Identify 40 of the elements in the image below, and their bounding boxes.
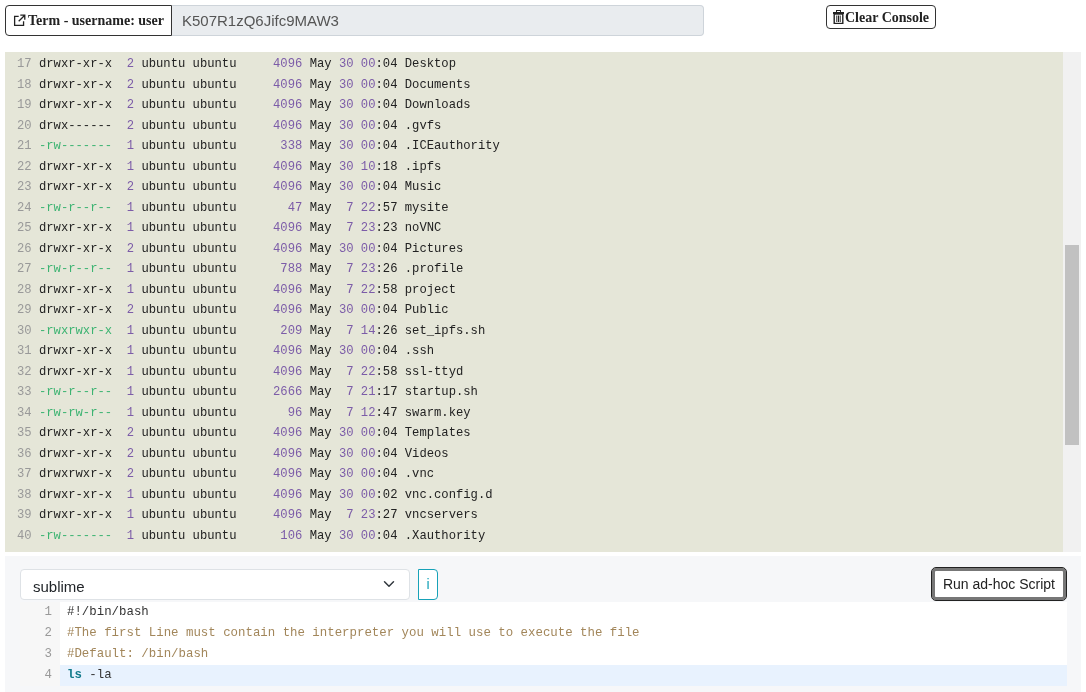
code-line: #The first Line must contain the interpreter you will use to execute the file [66, 625, 641, 642]
console-line: 21 -rw------- 1 ubuntu ubuntu 338 May 30 00:04 .ICEauthority [17, 138, 501, 155]
console-line: 23 drwxr-xr-x 2 ubuntu ubuntu 4096 May 30 00:04 Music [17, 179, 443, 196]
line-number: 2 [43, 625, 53, 642]
console-line: 27 -rw-r--r-- 1 ubuntu ubuntu 788 May 7 23:26 .profile [17, 261, 465, 278]
line-number: 1 [43, 604, 53, 621]
console-line: 30 -rwxrwxr-x 1 ubuntu ubuntu 209 May 7 14:26 set_ipfs.sh [17, 322, 487, 340]
console-line: 35 drwxr-xr-x 2 ubuntu ubuntu 4096 May 30 00:04 Templates [17, 425, 472, 442]
console-line: 32 drwxr-xr-x 1 ubuntu ubuntu 4096 May 7 22:58 ssl-ttyd [17, 363, 465, 381]
console-line: 34 -rw-rw-r-- 1 ubuntu ubuntu 96 May 7 12:47 swarm.key [17, 404, 472, 422]
console-line: 24 -rw-r--r-- 1 ubuntu ubuntu 47 May 7 22:57 mysite [17, 199, 450, 217]
line-number: 3 [43, 646, 53, 663]
console-line: 18 drwxr-xr-x 2 ubuntu ubuntu 4096 May 30 00:04 Documents [17, 76, 472, 94]
console-line: 17 drwxr-xr-x 2 ubuntu ubuntu 4096 May 30 00:04 Desktop [17, 56, 457, 73]
code-line: #Default: /bin/bash [66, 646, 210, 663]
console-line: 37 drwxrwxr-x 2 ubuntu ubuntu 4096 May 30 00:04 .vnc [17, 466, 435, 483]
external-link-icon [13, 14, 26, 27]
terminal-button[interactable]: Term - username: user [5, 5, 172, 36]
console-line: 29 drwxr-xr-x 2 ubuntu ubuntu 4096 May 30 00:04 Public [17, 302, 450, 319]
console-line: 33 -rw-r--r-- 1 ubuntu ubuntu 2666 May 7 21:17 startup.sh [17, 384, 479, 401]
line-number: 4 [43, 667, 53, 684]
theme-select[interactable]: sublime [20, 568, 410, 600]
run-script-button[interactable]: Run ad-hoc Script [931, 568, 1066, 600]
clear-console-button[interactable]: Clear Console [825, 5, 937, 29]
console-line: 36 drwxr-xr-x 2 ubuntu ubuntu 4096 May 30 00:04 Videos [17, 445, 450, 463]
console-line: 22 drwxr-xr-x 1 ubuntu ubuntu 4096 May 30 10:18 .ipfs [17, 158, 443, 176]
scrollbar[interactable] [1063, 52, 1081, 552]
console-line: 31 drwxr-xr-x 1 ubuntu ubuntu 4096 May 30 00:04 .ssh [17, 343, 435, 360]
console-line: 19 drwxr-xr-x 2 ubuntu ubuntu 4096 May 30 00:04 Downloads [17, 97, 472, 114]
console-line: 26 drwxr-xr-x 2 ubuntu ubuntu 4096 May 30 00:04 Pictures [17, 240, 465, 258]
console-line: 28 drwxr-xr-x 1 ubuntu ubuntu 4096 May 7 22:58 project [17, 281, 457, 299]
code-line: #!/bin/bash [66, 604, 150, 621]
console-line: 40 -rw------- 1 ubuntu ubuntu 106 May 30 00:04 .Xauthority [17, 527, 487, 545]
code-editor[interactable]: 1 2 3 4 #!/bin/bash #The first Line must contain the interpreter you will use to execute the file #Default: /bin/bash ls -la [20, 602, 1067, 686]
console-line: 25 drwxr-xr-x 1 ubuntu ubuntu 4096 May 7 23:23 noVNC [17, 220, 443, 237]
token-field[interactable]: K507R1zQ6Jifc9MAW3 [171, 5, 704, 36]
console-line: 38 drwxr-xr-x 1 ubuntu ubuntu 4096 May 30 00:02 vnc.config.d [17, 486, 494, 504]
console-line: 20 drwx------ 2 ubuntu ubuntu 4096 May 30 00:04 .gvfs [17, 117, 443, 135]
trash-icon [832, 10, 844, 24]
console-line: 39 drwxr-xr-x 1 ubuntu ubuntu 4096 May 7 23:27 vncservers [17, 507, 479, 524]
